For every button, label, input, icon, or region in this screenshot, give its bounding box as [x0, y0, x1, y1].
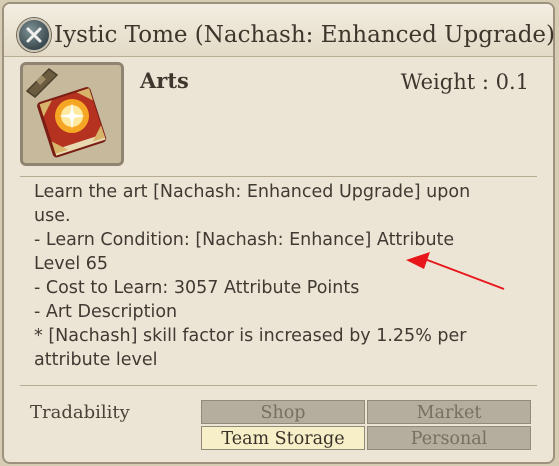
divider: [20, 176, 537, 177]
item-category: Arts: [140, 68, 189, 93]
tradability-label: Tradability: [30, 402, 130, 423]
annotation-arrow-icon: [406, 252, 505, 290]
description-line: - Art Description: [34, 302, 178, 322]
description-line: Learn the art [Nachash: Enhanced Upgrade…: [34, 182, 471, 202]
item-tooltip-panel: Iystic Tome (Nachash: Enhanced Upgrade) …: [2, 2, 555, 464]
divider: [20, 385, 537, 386]
tradability-team-storage: Team Storage: [201, 426, 365, 450]
item-title: Iystic Tome (Nachash: Enhanced Upgrade): [54, 22, 556, 48]
item-icon-frame: [20, 62, 124, 166]
title-bar: Iystic Tome (Nachash: Enhanced Upgrade): [4, 4, 556, 57]
description-line: * [Nachash] skill factor is increased by…: [34, 326, 467, 346]
tradability-grid: Shop Market Team Storage Personal: [201, 400, 531, 450]
item-weight: Weight : 0.1: [400, 70, 529, 94]
tradability-market: Market: [367, 400, 531, 424]
close-x-icon: [26, 27, 42, 43]
description-line: attribute level: [34, 350, 158, 370]
arts-tome-icon: [23, 65, 121, 163]
tradability-personal: Personal: [367, 426, 531, 450]
tradability-shop: Shop: [201, 400, 365, 424]
description-line: use.: [34, 206, 71, 226]
close-button[interactable]: [17, 18, 51, 52]
